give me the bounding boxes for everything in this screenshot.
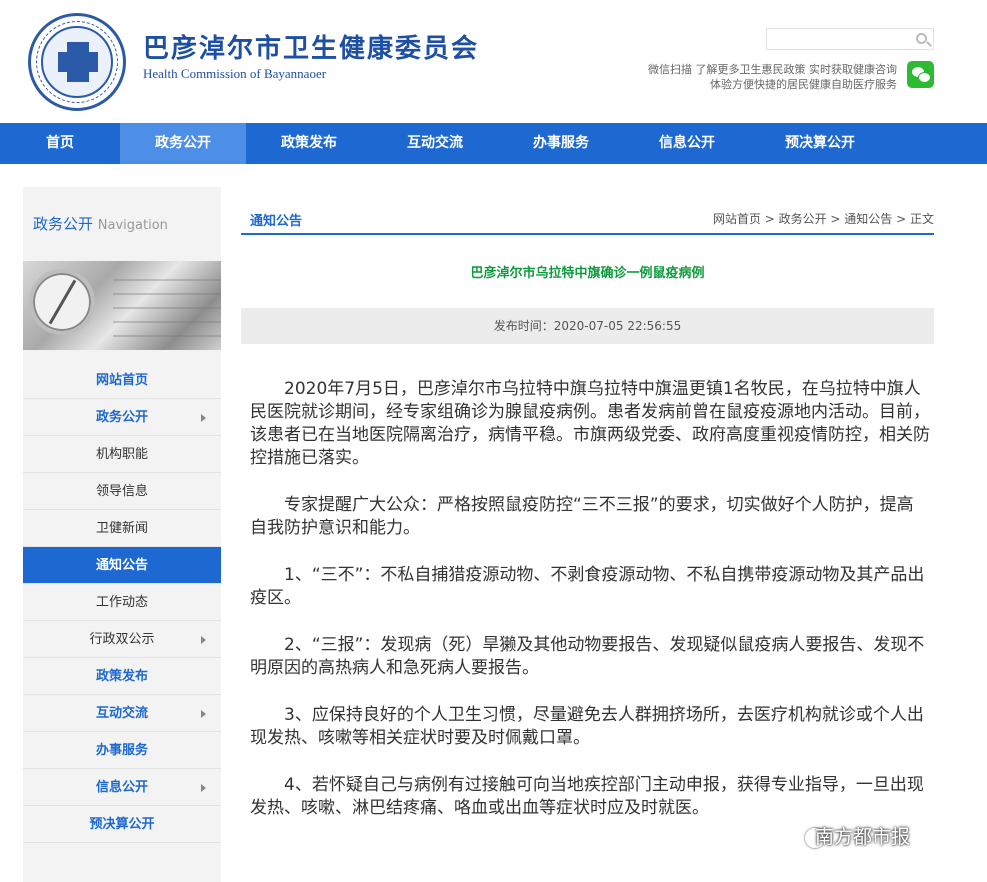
sidebar-item-label: 机构职能	[95, 447, 148, 462]
wechat-promo-line2: 体验方便快捷的居民健康自助医疗服务	[710, 78, 897, 91]
article-paragraph: 专家提醒广大公众：严格按照鼠疫防控“三不三报”的要求，切实做好个人防护，提高自我…	[250, 495, 914, 538]
site-header: 巴彦淖尔市卫生健康委员会 Health Commission of Bayann…	[0, 0, 987, 123]
article-paragraph: 2020年7月5日，巴彦淖尔市乌拉特中旗乌拉特中旗温更镇1名牧民，在乌拉特中旗人…	[250, 379, 930, 468]
sidebar-item-home[interactable]: 网站首页	[23, 362, 221, 399]
sidebar-item-government-affairs[interactable]: 政务公开	[23, 399, 221, 436]
section-title: 通知公告	[250, 214, 303, 229]
sidebar-item-services[interactable]: 办事服务	[23, 732, 221, 769]
sidebar-heading-en: Navigation	[97, 218, 168, 233]
sidebar-item-label: 网站首页	[95, 373, 148, 388]
wechat-icon[interactable]	[907, 61, 934, 88]
site-subtitle: Health Commission of Bayannaoer	[143, 66, 327, 81]
sidebar-item-label: 信息公开	[95, 780, 148, 795]
sidebar-item-functions[interactable]: 机构职能	[23, 436, 221, 473]
sidebar-item-label: 预决算公开	[89, 817, 155, 832]
logo-emblem	[41, 26, 113, 98]
newspaper-stripe	[113, 279, 221, 281]
sidebar-item-label: 工作动态	[95, 595, 148, 610]
article-paragraph: 2、“三报”：发现病（死）旱獭及其他动物要报告、发现疑似鼠疫病人要报告、发现不明…	[250, 635, 925, 678]
wechat-promo-line1: 微信扫描 了解更多卫生惠民政策 实时获取健康咨询	[648, 63, 897, 76]
article-title: 巴彦淖尔市乌拉特中旗确诊一例鼠疫病例	[470, 266, 705, 281]
nav-budget[interactable]: 预决算公开	[750, 123, 890, 164]
chevron-right-icon	[201, 710, 206, 718]
sidebar-item-label: 卫健新闻	[95, 521, 148, 536]
sidebar-menu: 网站首页 政务公开 机构职能 领导信息 卫健新闻 通知公告 工作动态 行政双公示…	[23, 362, 221, 843]
newspaper-stripe	[113, 321, 221, 323]
newspaper-stripe	[113, 307, 221, 309]
sidebar-item-label: 领导信息	[95, 484, 148, 499]
publish-time: 发布时间：2020-07-05 22:56:55	[241, 308, 934, 344]
sidebar-item-label: 政策发布	[95, 669, 148, 684]
chevron-right-icon	[201, 636, 206, 644]
sidebar-item-interaction[interactable]: 互动交流	[23, 695, 221, 732]
sidebar-item-work-updates[interactable]: 工作动态	[23, 584, 221, 621]
nav-interaction[interactable]: 互动交流	[372, 123, 498, 164]
search-input[interactable]	[766, 28, 934, 50]
article-paragraph: 3、应保持良好的个人卫生习惯，尽量避免去人群拥挤场所，去医疗机构就诊或个人出现发…	[250, 705, 924, 748]
nav-home[interactable]: 首页	[0, 123, 120, 164]
sidebar-item-budget[interactable]: 预决算公开	[23, 806, 221, 843]
sidebar-item-news[interactable]: 卫健新闻	[23, 510, 221, 547]
sidebar-heading: 政务公开 Navigation	[23, 187, 221, 261]
nav-government-affairs[interactable]: 政务公开	[120, 123, 246, 164]
newspaper-stripe	[113, 293, 221, 295]
breadcrumb[interactable]: 网站首页 > 政务公开 > 通知公告 > 正文	[713, 210, 934, 227]
sidebar-item-label: 通知公告	[95, 558, 148, 573]
nav-services[interactable]: 办事服务	[498, 123, 624, 164]
sidebar: 政务公开 Navigation 网站首页 政务公开 机构职能 领导信息 卫健新闻…	[23, 187, 221, 882]
sidebar-item-policy-release[interactable]: 政策发布	[23, 658, 221, 695]
content-header: 通知公告 网站首页 > 政务公开 > 通知公告 > 正文	[241, 207, 934, 235]
chevron-right-icon	[201, 784, 206, 792]
site-title[interactable]: 巴彦淖尔市卫生健康委员会	[143, 28, 479, 65]
commission-logo[interactable]	[28, 13, 126, 111]
sidebar-item-label: 办事服务	[95, 743, 148, 758]
article-paragraph: 1、“三不”：不私自捕猎疫源动物、不剥食疫源动物、不私自携带疫源动物及其产品出疫…	[250, 565, 925, 608]
search-icon[interactable]	[916, 33, 927, 44]
sidebar-item-leaders[interactable]: 领导信息	[23, 473, 221, 510]
sidebar-item-double-publicity[interactable]: 行政双公示	[23, 621, 221, 658]
sidebar-item-label: 互动交流	[95, 706, 148, 721]
newspaper-stripe	[113, 335, 221, 337]
logo-cross-horizontal	[58, 52, 98, 72]
compass-image	[29, 269, 95, 335]
nav-policy-release[interactable]: 政策发布	[246, 123, 372, 164]
chevron-right-icon	[201, 414, 206, 422]
watermark: 南方都市报	[815, 826, 911, 848]
article-paragraph: 4、若怀疑自己与病例有过接触可向当地疾控部门主动申报，获得专业指导，一旦出现发热…	[250, 775, 924, 818]
nav-info-disclosure[interactable]: 信息公开	[624, 123, 750, 164]
sidebar-banner-image	[23, 261, 221, 350]
sidebar-item-notices[interactable]: 通知公告	[23, 547, 221, 584]
article-body: 2020年7月5日，巴彦淖尔市乌拉特中旗乌拉特中旗温更镇1名牧民，在乌拉特中旗人…	[250, 378, 930, 844]
sidebar-heading-label: 政务公开	[33, 215, 94, 233]
sidebar-item-label: 行政双公示	[89, 632, 155, 647]
sidebar-item-label: 政务公开	[95, 410, 148, 425]
main-nav: 首页 政务公开 政策发布 互动交流 办事服务 信息公开 预决算公开	[0, 123, 987, 164]
sidebar-item-info-disclosure[interactable]: 信息公开	[23, 769, 221, 806]
